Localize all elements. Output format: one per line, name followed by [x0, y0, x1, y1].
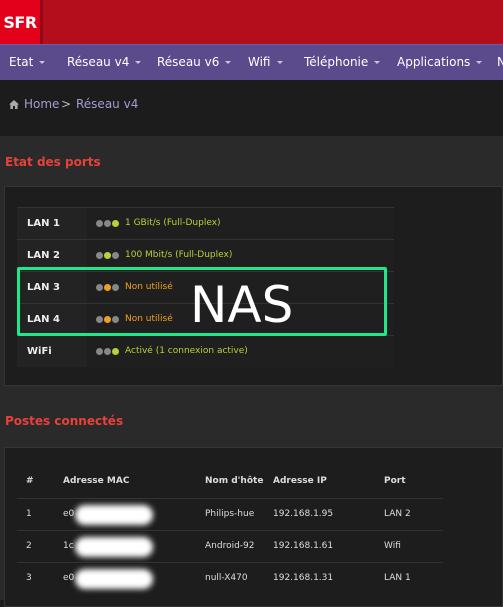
- nav-item-reseau-v6[interactable]: Réseau v6: [157, 45, 232, 80]
- status-leds: [96, 220, 120, 239]
- hostname: Philips-hue: [205, 509, 255, 519]
- hostname: null-X470: [205, 573, 248, 583]
- nav-item-applications[interactable]: Applications: [397, 45, 483, 80]
- status-led-icon: [96, 252, 103, 259]
- port: LAN 2: [384, 509, 411, 519]
- chevron-down-icon: [225, 61, 232, 64]
- chevron-down-icon: [135, 61, 142, 64]
- table-row: 1 e0 Philips-hue 192.168.1.95 LAN 2: [17, 498, 443, 530]
- nav-item-label: Téléphonie: [304, 55, 369, 69]
- nav-item-etat[interactable]: Etat: [9, 45, 46, 80]
- nav-item-telephonie[interactable]: Téléphonie: [304, 45, 381, 80]
- breadcrumb-current[interactable]: Réseau v4: [76, 97, 138, 111]
- status-led-icon: [112, 348, 119, 355]
- nav-item-label: Réseau v6: [157, 55, 220, 69]
- nav-item-label: N: [497, 55, 503, 69]
- hostname: Android-92: [205, 541, 255, 551]
- port-row-wifi: WiFi Activé (1 connexion active): [17, 335, 394, 367]
- port-status-cell: 1 GBit/s (Full-Duplex): [87, 208, 394, 239]
- row-number: 2: [26, 541, 32, 551]
- nav-item-label: Etat: [9, 55, 34, 69]
- ports-section-title: Etat des ports: [5, 155, 101, 169]
- port-status-text: 1 GBit/s (Full-Duplex): [125, 218, 221, 228]
- redaction-blur: [75, 537, 153, 557]
- status-led-icon: [112, 220, 119, 227]
- table-row: 2 1c Android-92 192.168.1.61 Wifi: [17, 530, 443, 562]
- column-header-port: Port: [384, 476, 406, 486]
- nav-item-label: Wifi: [248, 55, 271, 69]
- port-status-cell: Activé (1 connexion active): [87, 336, 394, 367]
- ip-address: 192.168.1.95: [273, 509, 334, 519]
- status-led-icon: [104, 220, 111, 227]
- port-label: LAN 1: [17, 208, 87, 239]
- nav-item-label: Réseau v4: [67, 55, 130, 69]
- column-header-hostname: Nom d'hôte: [205, 476, 264, 486]
- status-led-icon: [96, 348, 103, 355]
- ip-address: 192.168.1.61: [273, 541, 334, 551]
- status-led-icon: [104, 348, 111, 355]
- hosts-section-title: Postes connectés: [5, 414, 124, 428]
- column-header-ip: Adresse IP: [273, 476, 327, 486]
- nav-item-wifi[interactable]: Wifi: [248, 45, 283, 80]
- row-number: 3: [26, 573, 32, 583]
- mac-address: e0: [63, 573, 75, 583]
- nav-item-label: Applications: [397, 55, 471, 69]
- port-status-text: Activé (1 connexion active): [125, 346, 248, 356]
- top-banner: [0, 0, 503, 44]
- status-led-icon: [96, 220, 103, 227]
- port-label: WiFi: [17, 336, 87, 367]
- chevron-down-icon: [476, 61, 483, 64]
- port: LAN 1: [384, 573, 411, 583]
- chevron-down-icon: [39, 61, 46, 64]
- nas-annotation: NAS: [190, 276, 294, 334]
- row-number: 1: [26, 509, 32, 519]
- chevron-down-icon: [374, 61, 381, 64]
- mac-address: e0: [63, 509, 75, 519]
- home-icon: [9, 100, 19, 109]
- sfr-logo[interactable]: SFR: [0, 0, 40, 44]
- breadcrumb-separator: >: [61, 97, 72, 111]
- column-header-mac: Adresse MAC: [63, 476, 130, 486]
- port: Wifi: [384, 541, 401, 551]
- ip-address: 192.168.1.31: [273, 573, 334, 583]
- redaction-blur: [75, 569, 153, 589]
- chevron-down-icon: [276, 61, 283, 64]
- main-nav: Etat Réseau v4 Réseau v6 Wifi Téléphonie…: [0, 44, 503, 80]
- breadcrumb-home-link[interactable]: Home: [24, 97, 59, 111]
- column-header-number: #: [26, 476, 34, 486]
- nav-item-overflow[interactable]: N: [497, 45, 503, 80]
- status-leds: [96, 348, 120, 367]
- status-led-icon: [112, 252, 119, 259]
- table-row: 3 e0 null-X470 192.168.1.31 LAN 1: [17, 562, 443, 594]
- banner-divider: [40, 0, 43, 44]
- redaction-blur: [75, 505, 153, 525]
- mac-address: 1c: [63, 541, 74, 551]
- port-row-lan1: LAN 1 1 GBit/s (Full-Duplex): [17, 207, 394, 239]
- status-led-icon: [104, 252, 111, 259]
- nav-item-reseau-v4[interactable]: Réseau v4: [67, 45, 142, 80]
